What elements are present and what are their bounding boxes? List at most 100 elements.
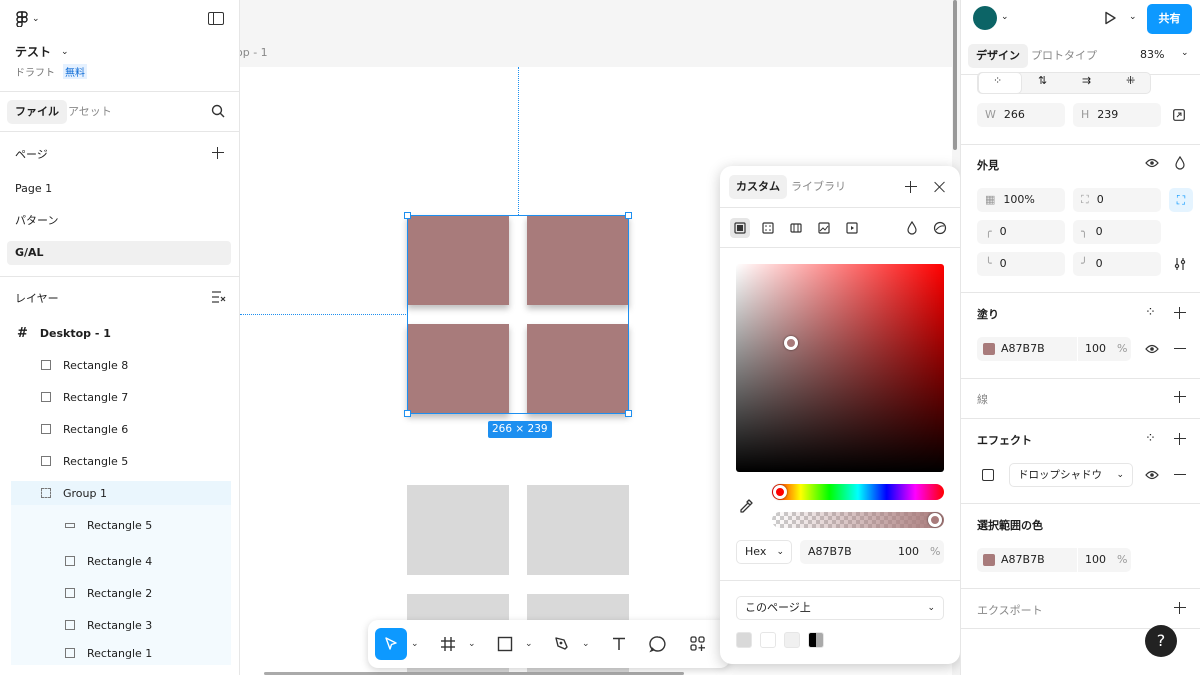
eye-icon[interactable]: [1145, 158, 1159, 168]
document-swatch[interactable]: [760, 632, 776, 648]
opacity-value[interactable]: 100%: [1003, 193, 1034, 206]
effect-settings-icon[interactable]: [982, 469, 994, 481]
vertical-scrollbar[interactable]: [953, 0, 957, 150]
resize-handle[interactable]: [404, 212, 411, 219]
plan-badge[interactable]: 無料: [63, 64, 87, 79]
corner-br-field[interactable]: ╯ 0: [1073, 252, 1161, 276]
resize-handle[interactable]: [404, 410, 411, 417]
resize-handle[interactable]: [625, 410, 632, 417]
hue-slider[interactable]: [772, 484, 944, 500]
grid-layout-icon[interactable]: ⁜: [1126, 74, 1135, 87]
hue-knob[interactable]: [773, 485, 787, 499]
layer-item[interactable]: Rectangle 5: [11, 445, 231, 477]
corner-smoothing-icon[interactable]: [1174, 257, 1186, 271]
fill-hex[interactable]: A87B7B: [1001, 337, 1045, 361]
video-icon[interactable]: [842, 218, 862, 238]
close-icon[interactable]: [934, 181, 946, 193]
corner-bl-field[interactable]: ╰ 0: [977, 252, 1065, 276]
add-stroke-icon[interactable]: [1174, 391, 1186, 403]
styles-grid-icon[interactable]: ⁘: [1145, 431, 1156, 446]
opacity-slider[interactable]: [772, 512, 944, 528]
gradient-icon[interactable]: [758, 218, 778, 238]
selection-color-field[interactable]: A87B7B 100 %: [977, 548, 1131, 572]
corner-tr-value[interactable]: 0: [1096, 225, 1103, 238]
main-menu-button[interactable]: ⌄: [16, 11, 40, 27]
actions-tool-button[interactable]: [682, 628, 714, 660]
avatar[interactable]: [973, 6, 997, 30]
corner-radius-field[interactable]: ⛶ 0: [1073, 188, 1161, 212]
layer-item[interactable]: Rectangle 6: [11, 413, 231, 445]
blend-mode-icon[interactable]: [1175, 156, 1185, 170]
height-value[interactable]: 239: [1097, 108, 1118, 121]
selection-box[interactable]: [404, 212, 632, 417]
solid-fill-icon[interactable]: [730, 218, 750, 238]
add-style-icon[interactable]: [905, 181, 917, 193]
horizontal-layout-icon[interactable]: ⇉: [1082, 74, 1091, 87]
layout-mode-freeform[interactable]: ⁘: [978, 72, 1022, 94]
collapse-layers-icon[interactable]: [212, 291, 226, 303]
opacity-knob[interactable]: [928, 513, 942, 527]
scope-select[interactable]: このページ上 ⌄: [736, 596, 944, 620]
page-item-selected[interactable]: G/AL: [7, 241, 231, 265]
chevron-down-icon[interactable]: ⌄: [1001, 12, 1009, 22]
chevron-down-icon[interactable]: ⌄: [468, 639, 476, 649]
document-swatch[interactable]: [784, 632, 800, 648]
add-fill-icon[interactable]: [1174, 307, 1186, 319]
layer-item[interactable]: Rectangle 8: [11, 349, 231, 381]
text-tool-button[interactable]: [603, 628, 635, 660]
styles-grid-icon[interactable]: ⁘: [1145, 305, 1156, 320]
layer-item[interactable]: Rectangle 2: [11, 577, 231, 609]
comment-tool-button[interactable]: [642, 628, 674, 660]
chevron-down-icon[interactable]: ⌄: [582, 639, 590, 649]
blend-mode-icon[interactable]: [902, 218, 922, 238]
resize-to-fit-icon[interactable]: [1173, 109, 1185, 121]
hex-field[interactable]: A87B7B 100 %: [800, 540, 944, 564]
corner-tl-field[interactable]: ╭ 0: [977, 220, 1065, 244]
sidebar-toggle-icon[interactable]: [208, 12, 224, 25]
vertical-layout-icon[interactable]: ⇅: [1038, 74, 1047, 87]
selection-color-hex[interactable]: A87B7B: [1001, 548, 1045, 572]
fill-opacity[interactable]: 100: [1085, 337, 1106, 361]
independent-corners-icon[interactable]: ⛶: [1169, 188, 1193, 212]
rectangle-grey[interactable]: [407, 485, 509, 575]
opacity-value[interactable]: 100: [898, 540, 919, 564]
layer-item-frame[interactable]: # Desktop - 1: [11, 317, 231, 349]
move-tool-button[interactable]: [375, 628, 407, 660]
eye-icon[interactable]: [1145, 470, 1159, 480]
remove-effect-icon[interactable]: [1174, 474, 1186, 476]
color-format-select[interactable]: Hex ⌄: [736, 540, 792, 564]
eye-icon[interactable]: [1145, 344, 1159, 354]
chevron-down-icon[interactable]: ⌄: [1181, 48, 1189, 58]
width-value[interactable]: 266: [1004, 108, 1025, 121]
fill-field[interactable]: A87B7B 100 %: [977, 337, 1131, 361]
search-icon[interactable]: [211, 104, 225, 118]
color-knob[interactable]: [784, 336, 798, 350]
add-effect-icon[interactable]: [1174, 433, 1186, 445]
frame-tool-button[interactable]: [432, 628, 464, 660]
width-field[interactable]: W 266: [977, 103, 1065, 127]
corner-bl-value[interactable]: 0: [1000, 257, 1007, 270]
help-button[interactable]: ?: [1145, 625, 1177, 657]
layer-item[interactable]: Rectangle 4: [11, 545, 231, 577]
tab-assets[interactable]: アセット: [60, 100, 120, 124]
fill-swatch[interactable]: [983, 343, 995, 355]
zoom-level[interactable]: 83%: [1140, 48, 1164, 61]
effect-type-select[interactable]: ドロップシャドウ ⌄: [1009, 463, 1133, 487]
corner-tl-value[interactable]: 0: [1000, 225, 1007, 238]
color-space-icon[interactable]: [930, 218, 950, 238]
tab-prototype[interactable]: プロトタイプ: [1023, 44, 1105, 68]
tab-library[interactable]: ライブラリ: [784, 175, 853, 199]
chevron-down-icon[interactable]: ⌄: [1129, 12, 1137, 22]
file-title[interactable]: テスト ⌄: [15, 43, 69, 60]
selection-color-opacity[interactable]: 100: [1085, 548, 1106, 572]
hex-value[interactable]: A87B7B: [808, 540, 852, 564]
resize-handle[interactable]: [625, 212, 632, 219]
layer-item-group[interactable]: Group 1: [11, 481, 231, 505]
document-swatch[interactable]: [808, 632, 824, 648]
tab-custom[interactable]: カスタム: [729, 175, 787, 199]
frame-label[interactable]: op - 1: [240, 46, 268, 59]
document-swatch[interactable]: [736, 632, 752, 648]
corner-br-value[interactable]: 0: [1096, 257, 1103, 270]
pen-tool-button[interactable]: [546, 628, 578, 660]
saturation-value-area[interactable]: [736, 264, 944, 472]
